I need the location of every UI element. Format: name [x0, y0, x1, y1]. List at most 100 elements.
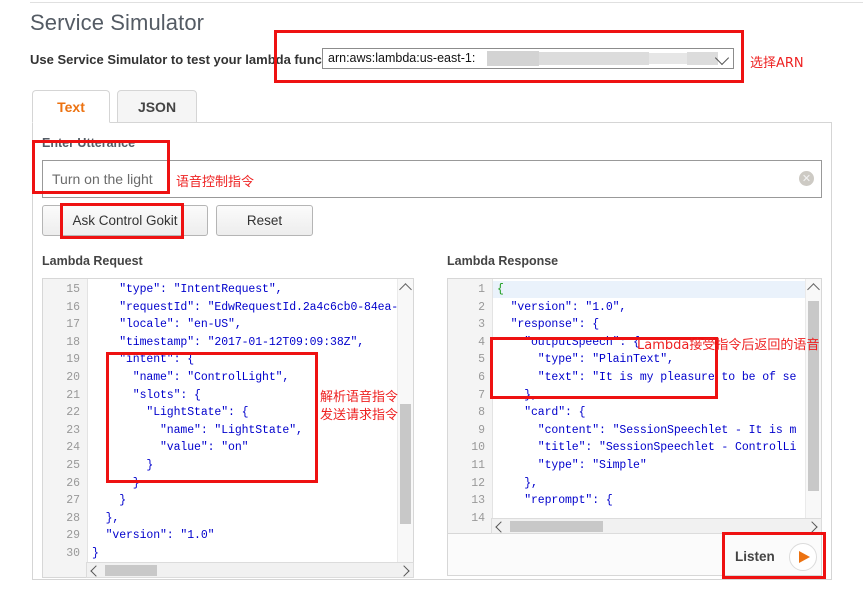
- line-number: 23: [66, 424, 80, 437]
- scroll-thumb[interactable]: [105, 565, 157, 576]
- utterance-input[interactable]: [42, 160, 822, 198]
- line-number: 6: [478, 371, 485, 384]
- line-number: 2: [478, 301, 485, 314]
- code-line: "name": "LightState",: [92, 424, 303, 437]
- line-number: 30: [66, 547, 80, 560]
- line-number: 28: [66, 512, 80, 525]
- utterance-label: Enter Utterance: [42, 136, 135, 150]
- code-line: "type": "IntentRequest",: [92, 283, 282, 296]
- line-number: 22: [66, 406, 80, 419]
- page-title: Service Simulator: [30, 10, 204, 36]
- reset-button[interactable]: Reset: [216, 205, 313, 236]
- annotation-text-response: Lambda接受指令后返回的语音: [637, 334, 819, 353]
- response-horizontal-scrollbar[interactable]: [491, 518, 822, 534]
- line-number: 14: [471, 512, 485, 525]
- chevron-left-icon[interactable]: [90, 565, 101, 576]
- header-divider: [30, 2, 863, 3]
- response-vertical-scrollbar[interactable]: [805, 279, 821, 533]
- line-number: 9: [478, 424, 485, 437]
- line-number: 24: [66, 441, 80, 454]
- request-vertical-scrollbar[interactable]: [397, 279, 413, 577]
- code-line: "text": "It is my pleasure to be of se: [497, 371, 796, 384]
- lambda-response-editor[interactable]: 1234567891011121314 { "version": "1.0", …: [447, 278, 822, 534]
- code-line: "name": "ControlLight",: [92, 371, 289, 384]
- arn-select-value: arn:aws:lambda:us-east-1:: [328, 51, 475, 65]
- annotation-text-send: 发送请求指令: [320, 404, 398, 423]
- response-line-gutter: 1234567891011121314: [448, 279, 493, 533]
- code-line: "slots": {: [92, 389, 201, 402]
- lambda-request-editor[interactable]: 15161718192021222324252627282930 "type":…: [42, 278, 414, 578]
- line-number: 16: [66, 301, 80, 314]
- annotation-text-parse: 解析语音指令: [320, 386, 398, 405]
- response-code-area: { "version": "1.0", "response": { "outpu…: [493, 279, 821, 533]
- scroll-thumb[interactable]: [400, 404, 411, 524]
- line-number: 29: [66, 529, 80, 542]
- line-number: 26: [66, 477, 80, 490]
- code-line: "card": {: [497, 406, 585, 419]
- play-triangle-glyph: [799, 551, 810, 563]
- line-number: 12: [471, 477, 485, 490]
- code-line: {: [497, 283, 504, 296]
- chevron-up-icon[interactable]: [807, 283, 820, 296]
- arn-redaction-block: [487, 51, 539, 66]
- request-code-area: "type": "IntentRequest", "requestId": "E…: [88, 279, 413, 577]
- line-number: 19: [66, 353, 80, 366]
- line-number: 4: [478, 336, 485, 349]
- line-number: 25: [66, 459, 80, 472]
- service-simulator-page: Service Simulator Use Service Simulator …: [0, 0, 863, 595]
- ask-control-gokit-button[interactable]: Ask Control Gokit: [42, 205, 208, 236]
- utterance-input-value: Turn on the light: [52, 171, 153, 187]
- arn-redaction-block: [687, 52, 718, 65]
- code-line: "content": "SessionSpeechlet - It is m: [497, 424, 796, 437]
- code-line: "reprompt": {: [497, 494, 613, 507]
- code-line: "title": "SessionSpeechlet - ControlLi: [497, 441, 796, 454]
- code-line: "version": "1.0",: [497, 301, 626, 314]
- chevron-right-icon[interactable]: [398, 565, 409, 576]
- request-line-gutter: 15161718192021222324252627282930: [43, 279, 88, 577]
- code-line: }: [92, 477, 140, 490]
- chevron-right-icon[interactable]: [806, 521, 817, 532]
- lambda-request-title: Lambda Request: [42, 254, 143, 268]
- line-number: 1: [478, 283, 485, 296]
- line-number: 21: [66, 389, 80, 402]
- code-line: },: [497, 477, 538, 490]
- code-line: "value": "on": [92, 441, 248, 454]
- chevron-up-icon[interactable]: [399, 283, 412, 296]
- arn-instruction-label: Use Service Simulator to test your lambd…: [30, 52, 350, 67]
- line-number: 20: [66, 371, 80, 384]
- line-number: 18: [66, 336, 80, 349]
- arn-redaction-block: [539, 52, 649, 65]
- line-number: 7: [478, 389, 485, 402]
- line-number: 10: [471, 441, 485, 454]
- code-line: },: [497, 389, 538, 402]
- play-triangle-icon[interactable]: [789, 543, 817, 571]
- code-line: "response": {: [497, 318, 599, 331]
- arn-select[interactable]: arn:aws:lambda:us-east-1:: [322, 48, 734, 69]
- listen-label: Listen: [735, 549, 775, 564]
- arn-redaction-block: [649, 53, 687, 64]
- code-line: }: [92, 547, 99, 560]
- clear-circle-icon[interactable]: ✕: [799, 171, 814, 186]
- line-number: 13: [471, 494, 485, 507]
- code-line: "intent": {: [92, 353, 194, 366]
- tab-json[interactable]: JSON: [117, 90, 197, 123]
- chevron-left-icon[interactable]: [495, 521, 506, 532]
- lambda-response-title: Lambda Response: [447, 254, 558, 268]
- tab-text[interactable]: Text: [32, 90, 110, 123]
- code-line: "outputSpeech": {: [497, 336, 640, 349]
- annotation-text-utterance: 语音控制指令: [176, 171, 254, 190]
- code-line: "timestamp": "2017-01-12T09:09:38Z",: [92, 336, 364, 349]
- line-number: 3: [478, 318, 485, 331]
- scroll-thumb[interactable]: [510, 521, 603, 532]
- code-line: }: [92, 459, 153, 472]
- code-line: "LightState": {: [92, 406, 248, 419]
- code-line: }: [92, 494, 126, 507]
- code-line: "version": "1.0": [92, 529, 214, 542]
- request-horizontal-scrollbar[interactable]: [86, 562, 414, 578]
- line-number: 17: [66, 318, 80, 331]
- scroll-thumb[interactable]: [808, 301, 819, 491]
- code-line: },: [92, 512, 119, 525]
- annotation-text-arn: 选择ARN: [750, 52, 804, 71]
- code-line: "requestId": "EdwRequestId.2a4c6cb0-84ea…: [92, 301, 405, 314]
- code-line: "type": "Simple": [497, 459, 647, 472]
